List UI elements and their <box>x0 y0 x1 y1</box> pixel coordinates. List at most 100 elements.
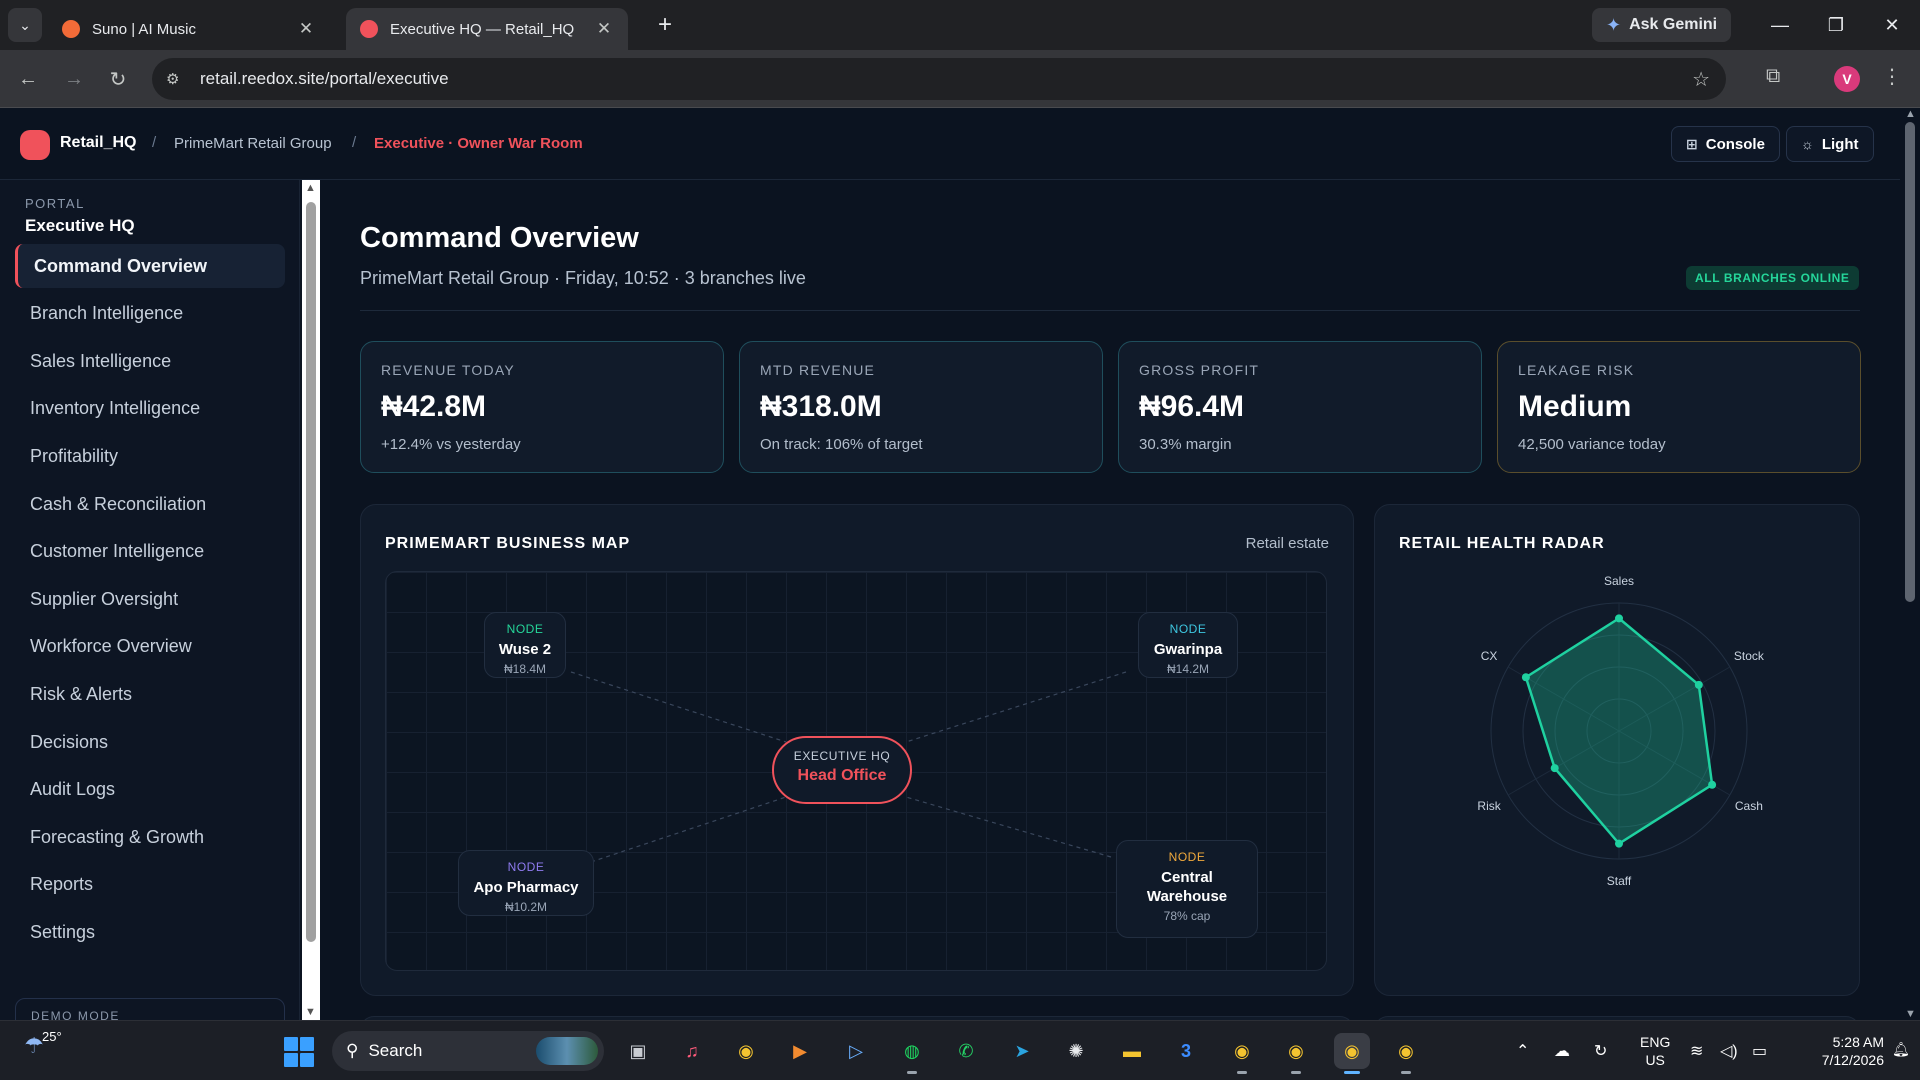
sidebar-item-branch-intelligence[interactable]: Branch Intelligence <box>15 292 285 336</box>
sidebar-item-risk-alerts[interactable]: Risk & Alerts <box>15 672 285 716</box>
minimize-icon[interactable]: — <box>1752 0 1808 50</box>
active-indicator <box>1344 1071 1360 1074</box>
app-header: Retail_HQ / PrimeMart Retail Group / Exe… <box>0 108 1920 180</box>
map-node-apo-pharmacy[interactable]: NODE Apo Pharmacy ₦10.2M <box>458 850 594 916</box>
video-app-icon[interactable]: ▷ <box>838 1033 874 1069</box>
address-bar[interactable]: ⚙ retail.reedox.site/portal/executive ☆ <box>152 58 1726 100</box>
sidebar-item-sales-intelligence[interactable]: Sales Intelligence <box>15 339 285 383</box>
sidebar-item-settings[interactable]: Settings <box>15 910 285 954</box>
volume-icon[interactable]: ◁) <box>1720 1041 1738 1061</box>
wifi-icon[interactable]: ≋ <box>1690 1041 1703 1061</box>
sidebar-item-profitability[interactable]: Profitability <box>15 434 285 478</box>
sidebar-item-cash-reconciliation[interactable]: Cash & Reconciliation <box>15 482 285 526</box>
tab-search-chevron-icon[interactable]: ⌄ <box>8 8 42 42</box>
itunes-icon[interactable]: ♫ <box>674 1033 710 1069</box>
taskbar-search[interactable]: ⚲ Search <box>332 1031 604 1071</box>
task-view-icon[interactable]: ▣ <box>620 1033 656 1069</box>
radar-chart: Sales Stock Cash Staff Risk CX <box>1477 574 1765 888</box>
file-explorer-icon[interactable]: ▬ <box>1114 1033 1150 1069</box>
show-hidden-icons-chevron-icon[interactable]: ⌃ <box>1516 1041 1529 1061</box>
profile-avatar[interactable]: V <box>1834 66 1860 92</box>
chrome-icon[interactable]: ◉ <box>728 1033 764 1069</box>
windows-start-icon[interactable] <box>284 1037 314 1067</box>
kpi-card-revenue-today[interactable]: REVENUE TODAY ₦42.8M +12.4% vs yesterday <box>360 341 724 473</box>
forward-arrow-icon[interactable]: → <box>58 63 90 95</box>
spotify-icon[interactable]: ◍ <box>894 1033 930 1074</box>
ask-gemini-label: Ask Gemini <box>1629 16 1718 33</box>
media-player-icon[interactable]: ▶ <box>782 1033 818 1069</box>
radar-axis-label: Stock <box>1734 649 1765 663</box>
weather-temp: 25° <box>42 1029 62 1044</box>
app-3-icon[interactable]: 3 <box>1168 1033 1204 1069</box>
scroll-down-arrow-icon[interactable]: ▼ <box>305 1006 316 1018</box>
notification-bell-icon[interactable]: 🔔︎ <box>1892 1041 1910 1058</box>
node-amount: 78% cap <box>1163 909 1211 923</box>
chrome-profile-icon[interactable]: ◉ <box>1224 1033 1260 1074</box>
clock-date: 7/12/2026 <box>1821 1052 1884 1068</box>
page-scroll-thumb[interactable] <box>1905 122 1915 602</box>
new-tab-plus-icon[interactable]: + <box>650 10 680 40</box>
radar-axis-label: Sales <box>1604 574 1634 588</box>
browser-menu-icon[interactable]: ⋮ <box>1882 64 1902 89</box>
chrome-active-profile-icon[interactable]: ◉ <box>1334 1033 1370 1074</box>
scroll-up-arrow-icon[interactable]: ▲ <box>1905 108 1916 120</box>
reload-icon[interactable]: ↻ <box>102 63 134 95</box>
chatgpt-icon[interactable]: ✺ <box>1058 1033 1094 1069</box>
back-arrow-icon[interactable]: ← <box>12 63 44 95</box>
scroll-up-arrow-icon[interactable]: ▲ <box>305 182 316 194</box>
map-node-central-warehouse[interactable]: NODE Central Warehouse 78% cap <box>1116 840 1258 938</box>
bookmark-star-icon[interactable]: ☆ <box>1692 67 1710 92</box>
ask-gemini-button[interactable]: ✦ Ask Gemini <box>1592 8 1732 42</box>
map-node-wuse2[interactable]: NODE Wuse 2 ₦18.4M <box>484 612 566 678</box>
telegram-icon[interactable]: ➤ <box>1004 1033 1040 1069</box>
system-clock[interactable]: 5:28 AM 7/12/2026 <box>1792 1033 1884 1069</box>
kpi-card-mtd-revenue[interactable]: MTD REVENUE ₦318.0M On track: 106% of ta… <box>739 341 1103 473</box>
cloud-offline-icon[interactable]: ☁ <box>1554 1041 1570 1061</box>
kpi-card-gross-profit[interactable]: GROSS PROFIT ₦96.4M 30.3% margin <box>1118 341 1482 473</box>
browser-tab-executive-hq[interactable]: Executive HQ — Retail_HQ ✕ <box>346 8 628 50</box>
sidebar-item-command-overview[interactable]: Command Overview <box>15 244 285 288</box>
browser-tab-suno[interactable]: Suno | AI Music ✕ <box>48 8 330 50</box>
connector-wuse2 <box>570 671 787 743</box>
sync-icon[interactable]: ↻ <box>1594 1041 1607 1061</box>
breadcrumb-org[interactable]: PrimeMart Retail Group <box>174 135 332 152</box>
battery-icon[interactable]: ▭ <box>1752 1041 1767 1061</box>
sidebar-item-supplier-oversight[interactable]: Supplier Oversight <box>15 577 285 621</box>
sidebar-item-reports[interactable]: Reports <box>15 863 285 907</box>
demo-mode-panel[interactable]: DEMO MODE <box>15 998 285 1020</box>
close-tab-icon[interactable]: ✕ <box>296 19 316 39</box>
kpi-value: ₦96.4M <box>1139 390 1245 423</box>
sidebar-item-audit-logs[interactable]: Audit Logs <box>15 768 285 812</box>
extensions-puzzle-icon[interactable]: ⧉ <box>1766 65 1780 88</box>
close-window-icon[interactable]: ✕ <box>1864 0 1920 50</box>
sidebar-item-inventory-intelligence[interactable]: Inventory Intelligence <box>15 387 285 431</box>
sidebar-item-decisions[interactable]: Decisions <box>15 720 285 764</box>
sidebar-scrollbar[interactable]: ▲ ▼ <box>302 180 320 1020</box>
restore-window-icon[interactable]: ❐ <box>1808 0 1864 50</box>
page-scrollbar[interactable]: ▲ ▼ <box>1900 108 1920 1020</box>
radar-data-point <box>1694 680 1703 689</box>
brand-logo-icon[interactable] <box>20 130 50 160</box>
brand-name[interactable]: Retail_HQ <box>60 134 136 152</box>
gemini-sparkle-icon: ✦ <box>1606 14 1622 35</box>
sidebar-scroll-thumb[interactable] <box>306 202 316 942</box>
console-button[interactable]: ⊞ Console <box>1671 126 1780 162</box>
weather-widget[interactable]: ☂ 25° <box>24 1029 62 1059</box>
map-node-gwarinpa[interactable]: NODE Gwarinpa ₦14.2M <box>1138 612 1238 678</box>
input-language[interactable]: ENG US <box>1640 1033 1670 1069</box>
map-node-head-office[interactable]: EXECUTIVE HQ Head Office <box>772 736 912 804</box>
site-settings-icon[interactable]: ⚙ <box>166 70 190 88</box>
theme-toggle-button[interactable]: ☼ Light <box>1786 126 1874 162</box>
running-indicator <box>907 1071 917 1074</box>
sidebar-item-forecasting-growth[interactable]: Forecasting & Growth <box>15 815 285 859</box>
sidebar-item-customer-intelligence[interactable]: Customer Intelligence <box>15 530 285 574</box>
node-name: Central Warehouse <box>1146 869 1228 905</box>
url-text[interactable]: retail.reedox.site/portal/executive <box>200 69 449 89</box>
whatsapp-icon[interactable]: ✆ <box>948 1033 984 1069</box>
chrome-profile-icon[interactable]: ◉ <box>1388 1033 1424 1074</box>
scroll-down-arrow-icon[interactable]: ▼ <box>1905 1008 1916 1020</box>
close-tab-icon[interactable]: ✕ <box>594 19 614 39</box>
kpi-card-leakage-risk[interactable]: LEAKAGE RISK Medium 42,500 variance toda… <box>1497 341 1861 473</box>
sidebar-item-workforce-overview[interactable]: Workforce Overview <box>15 625 285 669</box>
chrome-profile-icon[interactable]: ◉ <box>1278 1033 1314 1074</box>
